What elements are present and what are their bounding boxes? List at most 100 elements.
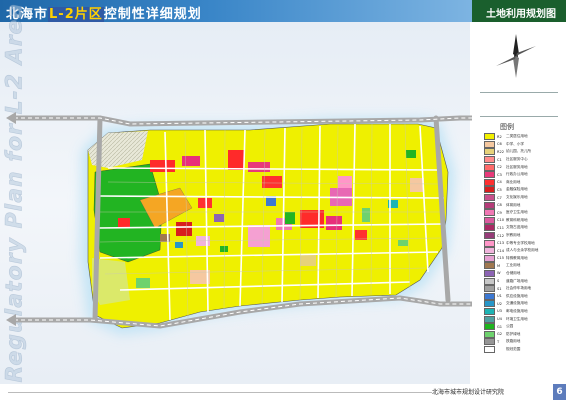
legend-code: C7	[497, 195, 502, 200]
legend-item: C10 教育科研用地	[484, 216, 560, 225]
page: 北海市L-2片区控制性详细规划 土地利用规划图 Regulatory Plan …	[0, 0, 566, 400]
legend-label: 文物古迹用地	[506, 225, 528, 230]
legend-label: 行政办公用地	[506, 172, 528, 177]
legend-swatch	[484, 307, 495, 315]
legend-label: 医疗卫生用地	[506, 210, 528, 215]
legend-code: S	[497, 279, 500, 284]
legend-swatch	[484, 300, 495, 308]
panel-divider-top	[480, 92, 558, 93]
title-highlight: L-2片区	[48, 7, 104, 22]
north-arrow-icon	[496, 34, 536, 78]
legend-swatch	[484, 140, 495, 148]
legend-swatch	[484, 247, 495, 255]
legend-swatch	[484, 285, 495, 293]
legend-item: M 工业用地	[484, 262, 560, 270]
map-frame	[0, 22, 470, 384]
legend-item: C5 金融保险用地	[484, 186, 560, 194]
legend-item: C3 行政办公用地	[484, 171, 560, 179]
legend-item: W 仓储用地	[484, 269, 560, 278]
legend-label: 防护绿地	[506, 331, 521, 336]
legend-swatch	[484, 148, 495, 156]
legend-label: 文化娱乐用地	[506, 195, 528, 200]
legend-item: C14 成人与业余学校用地	[484, 247, 560, 255]
legend-code: C12	[497, 233, 505, 238]
legend-code: C15	[497, 256, 505, 261]
legend-item: 规划范围	[484, 345, 560, 354]
legend-code: U4	[497, 317, 502, 322]
legend-label: 社区服务用地	[506, 164, 528, 169]
legend-swatch	[484, 292, 495, 300]
legend-label: 道路广场用地	[506, 278, 528, 283]
legend-swatch	[484, 330, 495, 338]
legend-label: 特殊教育用地	[506, 255, 528, 260]
legend-item: C13 中等专业学校用地	[484, 239, 560, 247]
legend-list: R2 二类居住用地 C6 中学、小学 R22 幼儿园、托儿所 C1 社区服务中心 C2 社区服务用…	[484, 133, 560, 353]
legend-label: 教育科研用地	[506, 217, 528, 222]
legend-swatch	[484, 216, 495, 224]
legend-label: 工业用地	[506, 263, 521, 268]
legend-label: 社会停车场用地	[506, 286, 532, 291]
legend-code: U3	[497, 309, 502, 314]
legend-code: C1	[497, 157, 502, 162]
legend-label: 商业用地	[506, 179, 521, 184]
legend-label: 二类居住用地	[506, 134, 528, 139]
legend-label: 金融保险用地	[506, 187, 528, 192]
legend-code: U2	[497, 301, 502, 306]
panel-divider-legend	[480, 116, 558, 117]
legend-item: C1 社区服务中心	[484, 156, 560, 164]
legend-code: C3	[497, 172, 502, 177]
legend-item: U4 环境卫生用地	[484, 315, 560, 323]
legend-swatch	[484, 277, 495, 285]
legend-code: C8	[497, 203, 502, 208]
legend-label: 规划范围	[506, 346, 521, 351]
footer-line	[8, 392, 432, 393]
legend-item: C11 文物古迹用地	[484, 224, 560, 232]
legend-item: S1 社会停车场用地	[484, 285, 560, 293]
legend-label: 仓储用地	[506, 270, 521, 275]
legend-swatch	[484, 338, 495, 346]
legend-item: G1 公园	[484, 323, 560, 331]
legend-item: C6 中学、小学	[484, 140, 560, 149]
legend-label: 成人与业余学校用地	[506, 248, 539, 253]
legend-swatch	[484, 224, 495, 232]
legend-item: C8 体育用地	[484, 201, 560, 209]
legend-code: C2	[497, 165, 502, 170]
legend-code: C11	[497, 225, 505, 230]
legend-item: C9 医疗卫生用地	[484, 209, 560, 217]
legend-swatch	[484, 209, 495, 217]
legend-swatch	[484, 186, 495, 194]
legend-swatch	[484, 315, 495, 323]
legend-item: C2 社区服务用地	[484, 163, 560, 171]
legend-item: C7 文化娱乐用地	[484, 194, 560, 202]
legend-code: T	[497, 339, 500, 344]
legend-code: C9	[497, 210, 502, 215]
legend-label: 公园	[506, 324, 514, 329]
legend-code: C4	[497, 180, 502, 185]
legend-code: C14	[497, 248, 505, 253]
legend-item: R22 幼儿园、托儿所	[484, 148, 560, 156]
institute-name: 北海市城市规划设计研究院	[432, 389, 505, 396]
legend-item: R2 二类居住用地	[484, 133, 560, 141]
legend-code: W	[497, 271, 501, 276]
legend-item: T 铁路用地	[484, 338, 560, 346]
legend-code: U1	[497, 294, 502, 299]
legend-label: 幼儿园、托儿所	[506, 149, 532, 154]
legend-item: S 道路广场用地	[484, 277, 560, 285]
legend-code: C13	[497, 241, 505, 246]
legend-code: S1	[497, 286, 502, 291]
legend-swatch	[484, 323, 495, 331]
legend-label: 中学、小学	[506, 141, 524, 146]
legend-swatch	[484, 345, 495, 353]
legend-item: C12 宗教用地	[484, 232, 560, 240]
legend-code: R22	[497, 149, 505, 154]
legend-label: 宗教用地	[506, 233, 521, 238]
legend-code: G1	[497, 324, 503, 329]
legend-label: 邮电设施用地	[506, 308, 528, 313]
legend-swatch	[484, 254, 495, 262]
legend-label: 供应设施用地	[506, 293, 528, 298]
legend-swatch	[484, 171, 495, 179]
legend-item: G2 防护绿地	[484, 330, 560, 338]
legend-item: U2 交通设施用地	[484, 300, 560, 308]
legend-item: C15 特殊教育用地	[484, 254, 560, 263]
legend-title: 图例	[500, 123, 514, 131]
